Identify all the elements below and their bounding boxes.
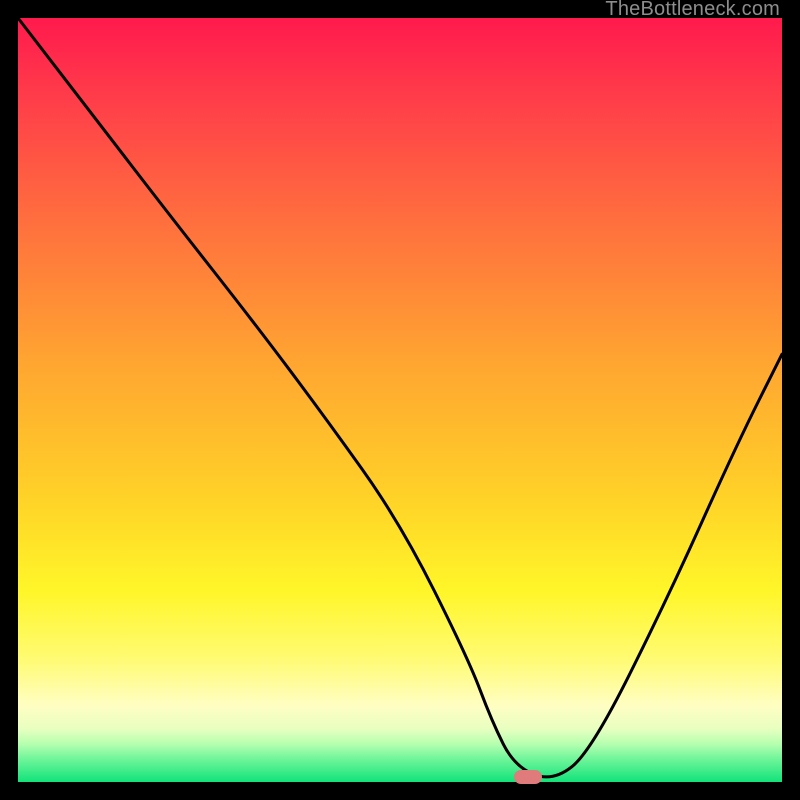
chart-curve [18, 18, 782, 782]
bottleneck-marker [514, 770, 542, 784]
watermark-text: TheBottleneck.com [605, 0, 780, 21]
